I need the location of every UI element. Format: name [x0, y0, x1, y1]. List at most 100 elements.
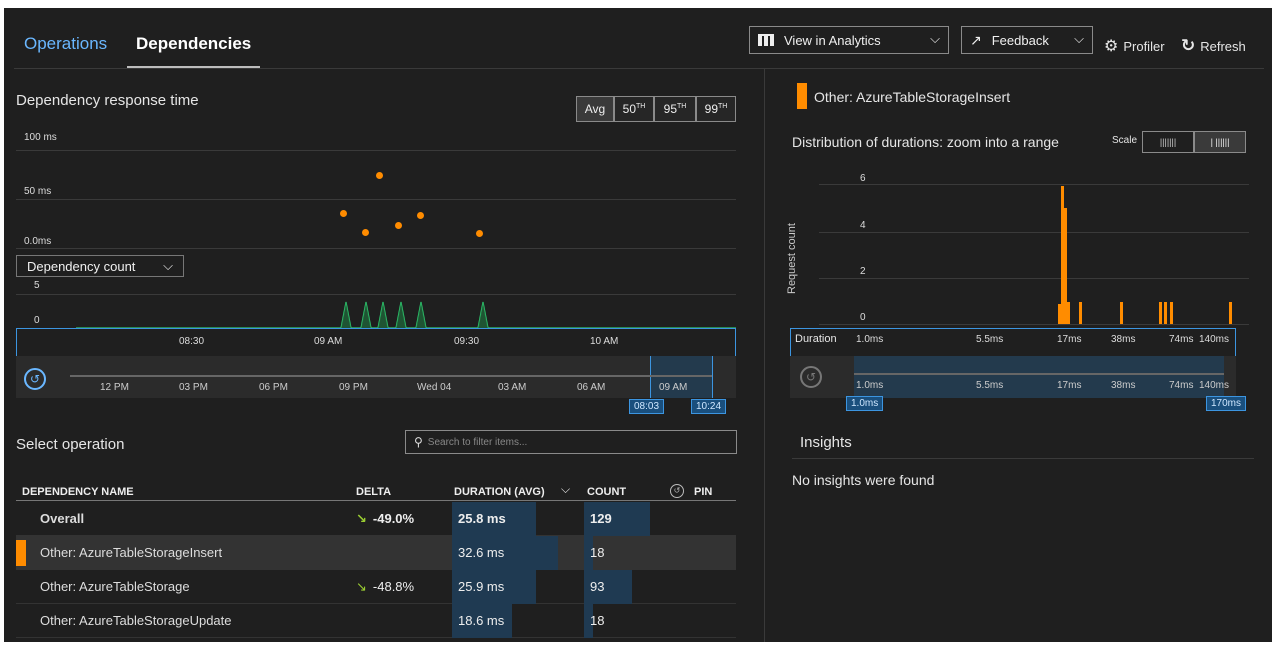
histogram-bar[interactable]: [1229, 302, 1232, 324]
x-label: 09 AM: [314, 336, 343, 347]
insights-message: No insights were found: [792, 472, 935, 488]
dist-x-label: 74ms: [1169, 334, 1194, 345]
dist-y-label: 2: [860, 266, 866, 277]
dependency-count-dropdown[interactable]: Dependency count ⌵: [16, 255, 184, 277]
profiler-button[interactable]: ⚙ Profiler: [1104, 36, 1165, 56]
range-track: [70, 375, 712, 377]
feedback-dropdown[interactable]: ↗ Feedback ⌵: [961, 26, 1093, 54]
dist-x-label: 1.0ms: [856, 334, 884, 345]
table-row[interactable]: Other: AzureTableStorageUpdate 18.6 ms 18: [16, 604, 736, 638]
histogram-bar[interactable]: [1159, 302, 1162, 324]
range-label: 09 PM: [339, 382, 368, 393]
y-label-100: 100 ms: [24, 132, 57, 143]
insights-divider: [792, 458, 1254, 459]
duration-range-label: 74ms: [1169, 380, 1194, 391]
duration-value: 25.8 ms: [458, 511, 506, 526]
pin-reset-icon[interactable]: ↺: [670, 484, 684, 498]
reset-zoom-icon[interactable]: ↺: [800, 366, 822, 388]
insights-title: Insights: [800, 434, 852, 451]
profiler-label: Profiler: [1123, 38, 1165, 54]
table-row[interactable]: Other: AzureTableStorage ↘ -48.8% 25.9 ms 93: [16, 570, 736, 604]
y-label-0: 0.0ms: [24, 236, 52, 247]
range-label: 09 AM: [659, 382, 688, 393]
linear-scale-button[interactable]: |||||||: [1142, 131, 1194, 153]
duration-range-start-label[interactable]: 1.0ms: [846, 396, 884, 411]
range-label: 03 AM: [498, 382, 527, 393]
selected-operation-name: Other: AzureTableStorageInsert: [814, 89, 1011, 105]
sort-chevron-icon[interactable]: ⌵: [561, 482, 570, 497]
view-in-analytics-dropdown[interactable]: View in Analytics ⌵: [749, 26, 949, 54]
response-point[interactable]: [362, 229, 369, 236]
range-handle-end[interactable]: [712, 356, 713, 398]
response-point[interactable]: [376, 172, 383, 179]
range-label: 06 PM: [259, 382, 288, 393]
duration-range-label: 140ms: [1199, 380, 1230, 391]
p99-button[interactable]: 99TH: [696, 96, 736, 122]
range-label: Wed 04: [417, 382, 452, 393]
duration-range-label: 38ms: [1111, 380, 1136, 391]
count-value: 129: [590, 511, 612, 526]
duration-range-selection[interactable]: [854, 356, 1224, 398]
refresh-label: Refresh: [1200, 38, 1246, 54]
range-handle-start[interactable]: [650, 356, 651, 398]
delta-value: ↘ -49.0%: [356, 511, 415, 526]
dependency-count-label: Dependency count: [27, 258, 136, 274]
dependency-name: Other: AzureTableStorageUpdate: [40, 613, 232, 628]
table-row[interactable]: Overall ↘ -49.0% 25.8 ms 129: [16, 502, 736, 536]
column-pin[interactable]: PIN: [694, 486, 712, 498]
range-start-label[interactable]: 08:03: [629, 399, 665, 414]
feedback-label: Feedback: [991, 32, 1049, 48]
duration-range-end-label[interactable]: 170ms: [1206, 396, 1247, 411]
search-input[interactable]: ⚲ Search to filter items...: [405, 430, 737, 454]
scale-label: Scale: [1112, 135, 1138, 146]
tab-operations[interactable]: Operations: [24, 34, 107, 54]
delta-value: ↘ -48.8%: [356, 579, 415, 594]
duration-range-label: 1.0ms: [856, 380, 884, 391]
histogram-bar[interactable]: [1164, 302, 1167, 324]
distribution-title: Distribution of durations: zoom into a r…: [792, 134, 1059, 150]
column-dependency-name[interactable]: DEPENDENCY NAME: [22, 486, 134, 498]
reset-zoom-icon[interactable]: ↺: [24, 368, 46, 390]
trend-down-icon: ↘: [356, 579, 367, 594]
dist-y-label: 0: [860, 312, 866, 323]
response-point[interactable]: [476, 230, 483, 237]
table-row[interactable]: Other: AzureTableStorageInsert 32.6 ms 18: [16, 536, 736, 570]
response-point[interactable]: [395, 222, 402, 229]
search-icon: ⚲: [414, 435, 423, 449]
dependency-name: Overall: [40, 511, 85, 526]
dist-y-label: 6: [860, 173, 866, 184]
count-value: 18: [590, 613, 605, 628]
duration-track: [854, 373, 1224, 375]
range-end-label[interactable]: 10:24: [691, 399, 727, 414]
response-point[interactable]: [417, 212, 424, 219]
count-y-label-5: 5: [34, 280, 40, 291]
column-delta[interactable]: DELTA: [356, 486, 391, 498]
log-scale-button[interactable]: | ||||||: [1194, 131, 1246, 153]
gridline: [819, 324, 1249, 325]
avg-button[interactable]: Avg: [576, 96, 614, 122]
gear-icon: ⚙: [1104, 38, 1119, 55]
range-label: 12 PM: [100, 382, 129, 393]
response-point[interactable]: [340, 210, 347, 217]
histogram-bar[interactable]: [1170, 302, 1173, 324]
gridline: [819, 232, 1249, 233]
histogram-bar[interactable]: [1079, 302, 1082, 324]
x-label: 08:30: [179, 336, 205, 347]
refresh-button[interactable]: ↻ Refresh: [1181, 36, 1246, 56]
histogram-bar[interactable]: [1067, 302, 1070, 324]
p50-button[interactable]: 50TH: [614, 96, 654, 122]
x-label: 10 AM: [590, 336, 619, 347]
panel-divider: [764, 68, 765, 642]
range-label: 06 AM: [577, 382, 606, 393]
histogram-bar[interactable]: [1120, 302, 1123, 324]
trend-down-icon: ↘: [356, 511, 367, 526]
tab-dependencies[interactable]: Dependencies: [136, 34, 251, 54]
dependency-name: Other: AzureTableStorage: [40, 579, 190, 594]
dependency-name: Other: AzureTableStorageInsert: [40, 545, 223, 560]
column-count[interactable]: COUNT: [587, 486, 626, 498]
p95-button[interactable]: 95TH: [654, 96, 696, 122]
column-duration[interactable]: DURATION (AVG): [454, 486, 545, 498]
duration-range-label: 5.5ms: [976, 380, 1004, 391]
duration-value: 25.9 ms: [458, 579, 505, 594]
dist-x-label: 5.5ms: [976, 334, 1004, 345]
